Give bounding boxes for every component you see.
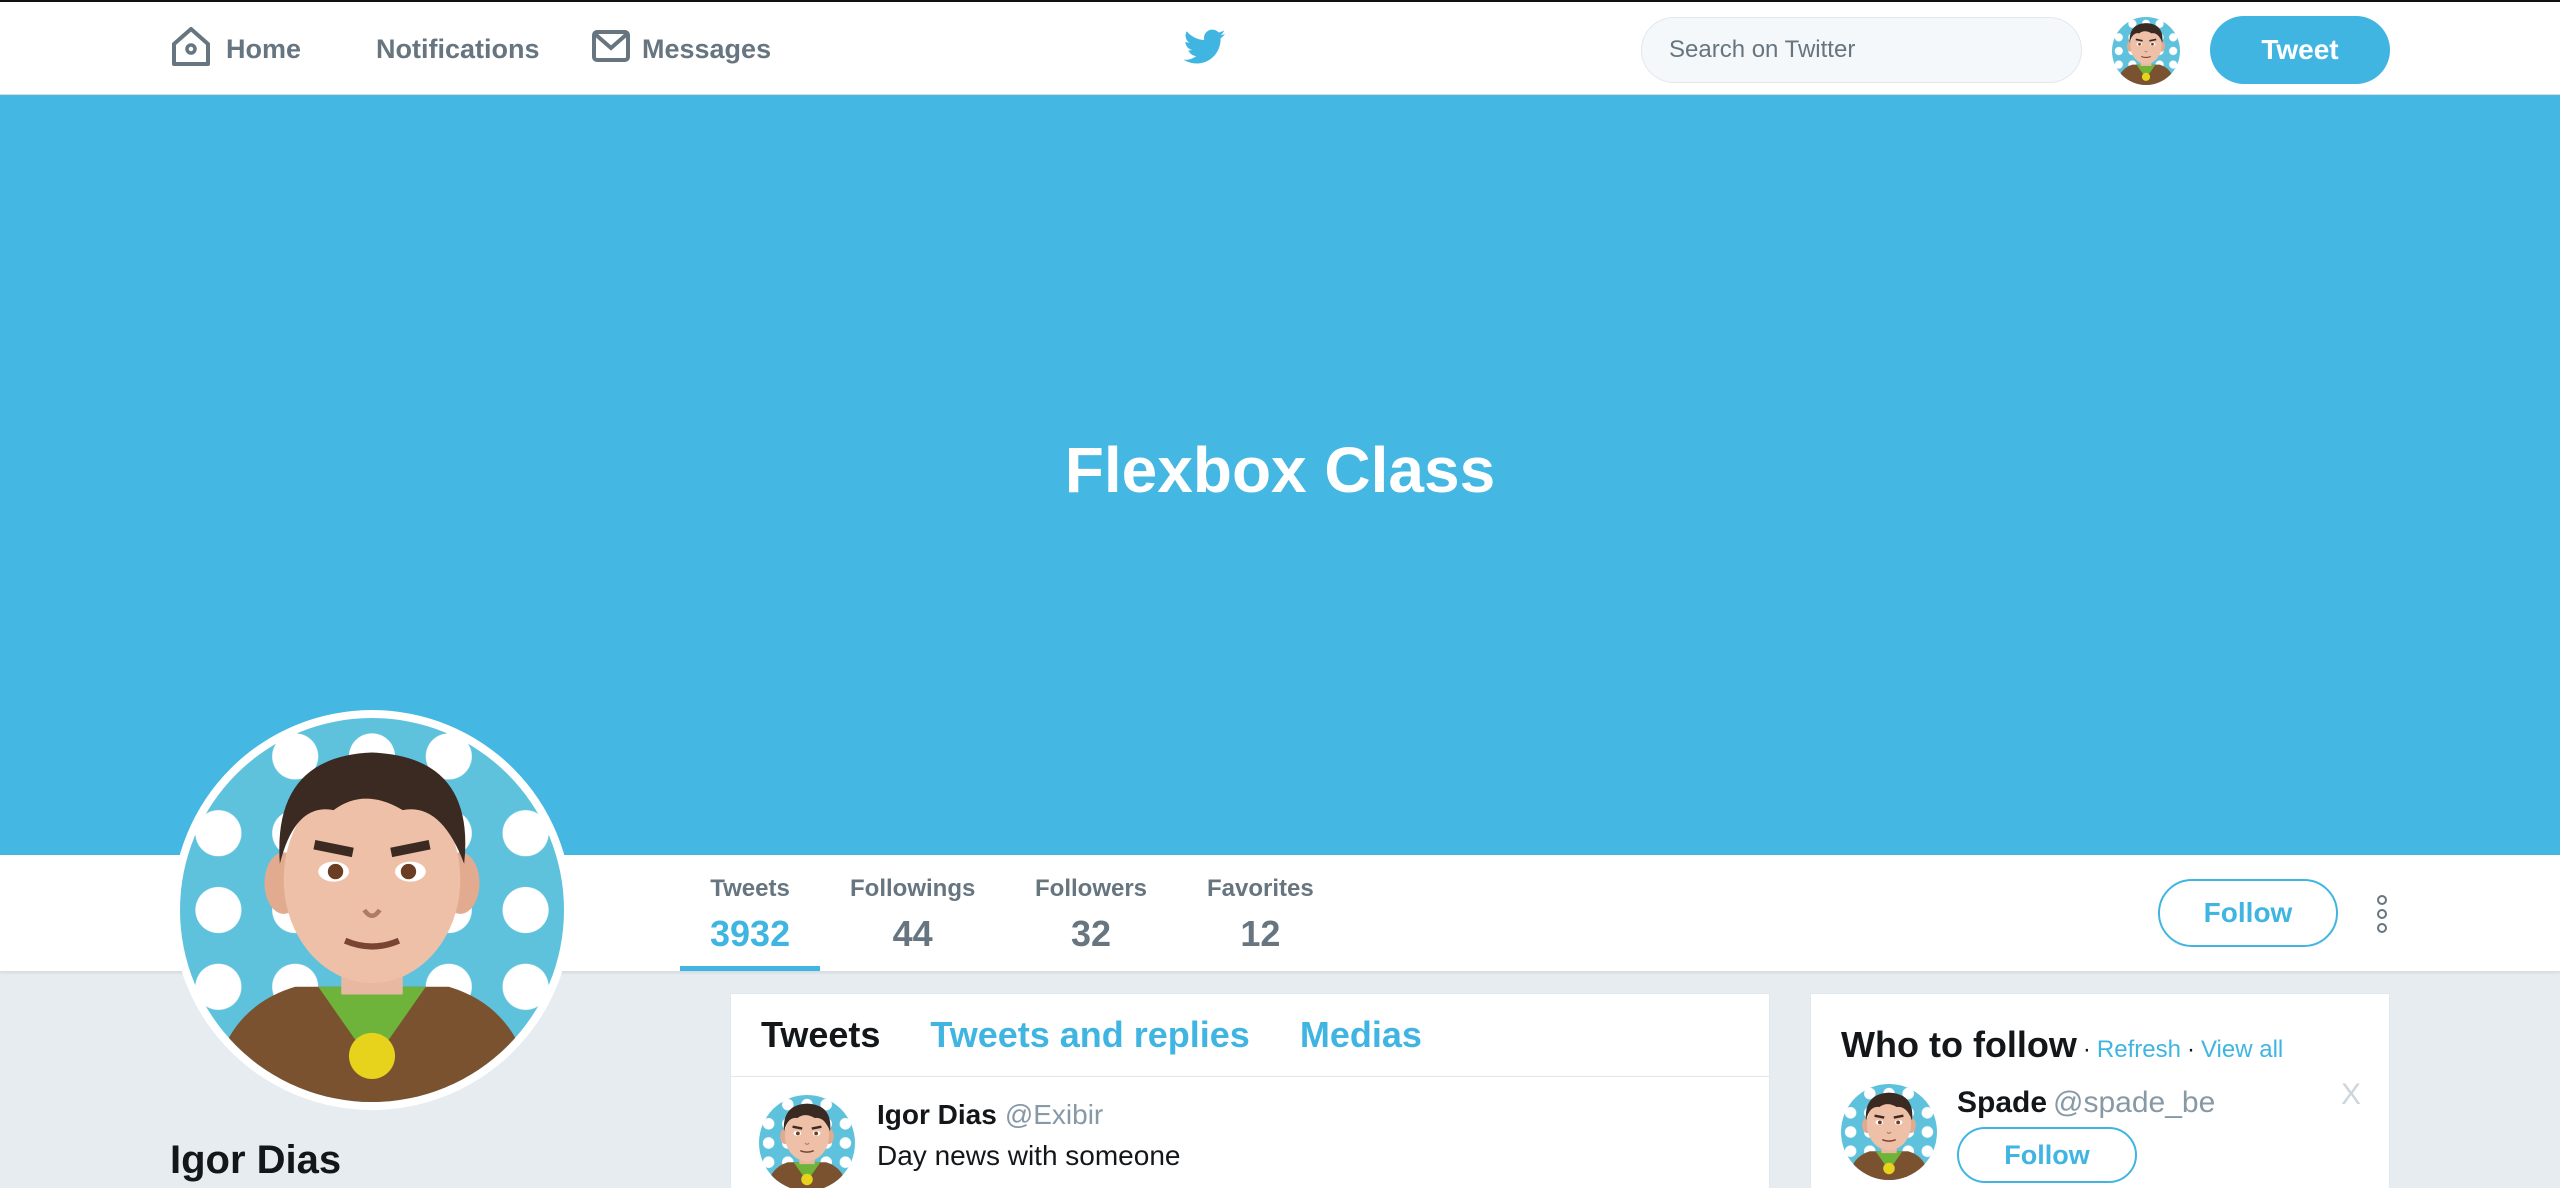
- stat-label: Followings: [850, 875, 976, 902]
- active-stat-underline: [680, 966, 820, 971]
- avatar[interactable]: [1841, 1084, 1937, 1180]
- suggested-user-name: Spade: [1957, 1086, 2048, 1119]
- dismiss-suggestion-button[interactable]: X: [2341, 1078, 2361, 1112]
- stat-tweets[interactable]: Tweets 3932: [710, 875, 790, 955]
- stat-followers[interactable]: Followers 32: [1035, 875, 1147, 955]
- nav-notifications-label: Notifications: [376, 34, 540, 64]
- suggested-user[interactable]: Spade @spade_be: [1957, 1086, 2215, 1120]
- envelope-icon: [592, 30, 630, 69]
- search-box[interactable]: [1641, 17, 2082, 83]
- stat-followings[interactable]: Followings 44: [850, 875, 975, 955]
- banner-title: Flexbox Class: [1064, 434, 1496, 506]
- stat-label: Tweets: [710, 875, 790, 902]
- tweet-text: Day news with someone: [877, 1140, 1181, 1171]
- stat-favorites[interactable]: Favorites 12: [1207, 875, 1314, 955]
- who-to-follow-header: Who to follow · Refresh · View all: [1841, 1024, 2283, 1066]
- timeline-tabs: Tweets Tweets and replies Medias: [731, 994, 1769, 1077]
- tweet-author[interactable]: Igor Dias @Exibir: [877, 1099, 1103, 1131]
- nav-messages[interactable]: Messages: [592, 2, 771, 97]
- tab-medias[interactable]: Medias: [1300, 1014, 1422, 1056]
- stat-label: Favorites: [1207, 875, 1314, 902]
- profile-name: Igor Dias: [170, 1138, 342, 1182]
- tweet-author-name: Igor Dias: [877, 1099, 997, 1130]
- more-options-icon[interactable]: [2374, 894, 2390, 934]
- stat-label: Followers: [1035, 875, 1148, 902]
- tab-tweets-and-replies[interactable]: Tweets and replies: [930, 1014, 1249, 1056]
- nav-home[interactable]: Home: [168, 2, 301, 97]
- avatar[interactable]: [759, 1095, 855, 1188]
- tweet-author-handle: @Exibir: [1004, 1099, 1104, 1130]
- who-to-follow-title: Who to follow: [1841, 1024, 2077, 1065]
- tab-tweets[interactable]: Tweets: [761, 1014, 880, 1056]
- nav-home-label: Home: [226, 34, 302, 64]
- stat-value: 12: [1240, 913, 1281, 954]
- twitter-bird-icon[interactable]: [1184, 29, 1226, 65]
- nav-notifications[interactable]: Notifications: [376, 2, 540, 97]
- profile-avatar[interactable]: [172, 710, 572, 1110]
- stat-value: 44: [892, 913, 933, 954]
- tweet-item[interactable]: Igor Dias @Exibir Day news with someone: [731, 1077, 1769, 1188]
- follow-suggested-user-button[interactable]: Follow: [1957, 1127, 2137, 1183]
- separator-dot: ·: [2082, 1036, 2091, 1063]
- timeline-card: Tweets Tweets and replies Medias Igor Di…: [730, 993, 1770, 1188]
- view-all-link[interactable]: View all: [2201, 1036, 2283, 1064]
- separator-dot: ·: [2186, 1036, 2195, 1063]
- tweet-button[interactable]: Tweet: [2210, 16, 2390, 84]
- who-to-follow-card: Who to follow · Refresh · View all Spade…: [1810, 993, 2390, 1188]
- stat-value: 32: [1070, 913, 1112, 954]
- suggested-user-handle: @spade_be: [2053, 1086, 2216, 1119]
- home-icon: [168, 24, 214, 75]
- stat-value: 3932: [710, 913, 791, 954]
- refresh-link[interactable]: Refresh: [2097, 1036, 2181, 1064]
- top-navigation-bar: Home Notifications Messages Tweet: [0, 0, 2560, 95]
- avatar[interactable]: [2112, 17, 2180, 85]
- follow-button[interactable]: Follow: [2158, 879, 2338, 947]
- search-input[interactable]: [1669, 36, 2081, 64]
- nav-messages-label: Messages: [642, 34, 772, 64]
